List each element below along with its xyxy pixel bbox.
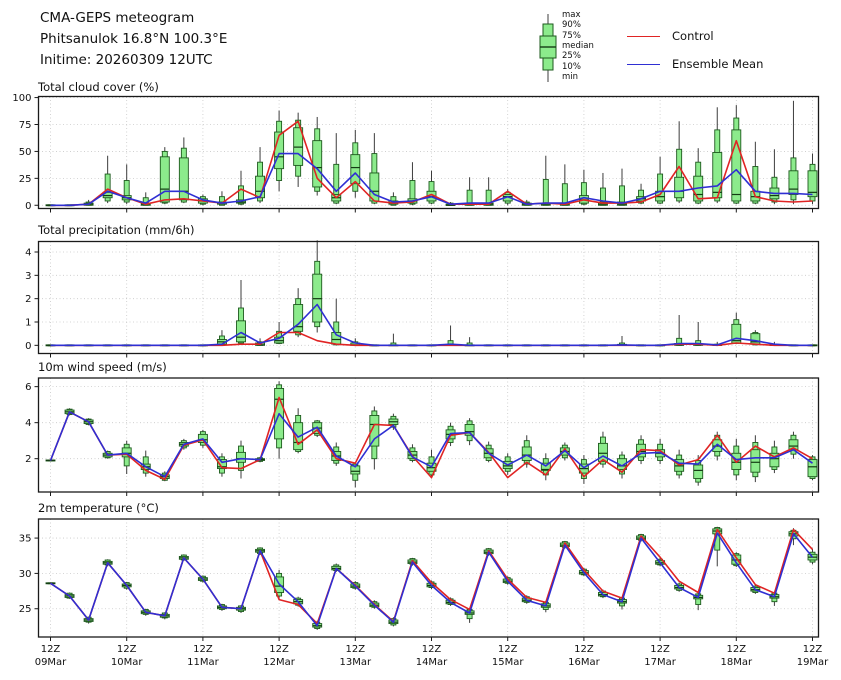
precip-axis: 0 1 2 3 4 — [25, 248, 812, 358]
precip-ytick-label: 3 — [25, 271, 31, 282]
xtick-day-label: 16Mar — [568, 657, 600, 668]
xtick-day-label: 14Mar — [416, 657, 448, 668]
xtick-day-label: 09Mar — [35, 657, 67, 668]
precip-ytick-label: 1 — [25, 318, 31, 329]
wind-ytick-label: 2 — [25, 454, 31, 465]
precip-gridlines — [39, 242, 819, 354]
cloud-ytick-label: 25 — [19, 174, 32, 185]
precip-ytick-label: 0 — [25, 341, 31, 352]
xtick-hour-label: 12Z — [498, 644, 518, 655]
temp-ytick-label: 30 — [19, 569, 32, 580]
x-axis-labels: 12Z 09Mar 12Z 10Mar 12Z 11Mar 12Z 12Mar 12Z 13Mar… — [35, 644, 829, 668]
xtick-day-label: 13Mar — [340, 657, 372, 668]
xtick-hour-label: 12Z — [727, 644, 747, 655]
xtick-hour-label: 12Z — [269, 644, 289, 655]
xtick-day-label: 18Mar — [721, 657, 753, 668]
temp-ytick-label: 25 — [19, 604, 32, 615]
xtick-day-label: 10Mar — [111, 657, 143, 668]
xtick-hour-label: 12Z — [346, 644, 366, 655]
xtick-hour-label: 12Z — [803, 644, 823, 655]
wind-ytick-label: 6 — [25, 382, 31, 393]
cloud-ytick-label: 50 — [19, 147, 32, 158]
xtick-hour-label: 12Z — [41, 644, 61, 655]
temp-axis: 25 30 35 — [19, 534, 813, 641]
xtick-hour-label: 12Z — [574, 644, 594, 655]
xtick-day-label: 11Mar — [187, 657, 219, 668]
xtick-day-label: 12Mar — [263, 657, 295, 668]
precip-frame — [39, 242, 819, 354]
cloud-ytick-label: 75 — [19, 120, 32, 131]
xtick-hour-label: 12Z — [422, 644, 442, 655]
cloud-ytick-label: 100 — [12, 93, 31, 104]
meteogram-page: CMA-GEPS meteogram Phitsanulok 16.8°N 10… — [0, 0, 841, 680]
cloud-ytick-label: 0 — [25, 201, 31, 212]
xtick-hour-label: 12Z — [650, 644, 670, 655]
xtick-day-label: 15Mar — [492, 657, 524, 668]
cloud-panel: 0 25 50 75 100 — [12, 93, 818, 212]
xtick-hour-label: 12Z — [117, 644, 137, 655]
precip-ytick-label: 4 — [25, 248, 31, 259]
xtick-day-label: 17Mar — [644, 657, 676, 668]
xtick-hour-label: 12Z — [193, 644, 213, 655]
temp-ytick-label: 35 — [19, 534, 32, 545]
meteogram-chart: 0 25 50 75 100 0 1 2 3 4 2 4 6 25 30 35 12Z 09Mar 12Z 10Mar… — [0, 0, 841, 680]
wind-panel: 2 4 6 — [25, 378, 818, 496]
precip-panel: 0 1 2 3 4 — [25, 240, 818, 357]
temp-panel: 25 30 35 — [19, 519, 819, 641]
precip-ytick-label: 2 — [25, 294, 31, 305]
xtick-day-label: 19Mar — [797, 657, 829, 668]
wind-ytick-label: 4 — [25, 418, 31, 429]
